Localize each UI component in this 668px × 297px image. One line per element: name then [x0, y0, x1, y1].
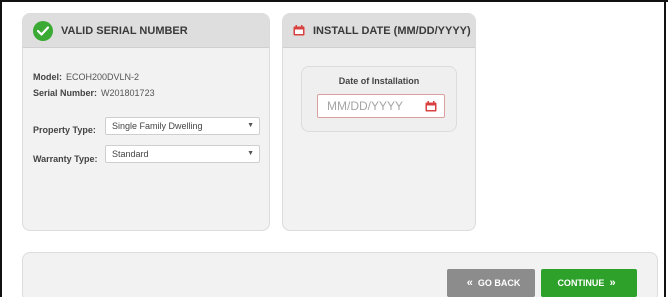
serial-number-line: Serial Number: W201801723	[33, 88, 155, 98]
property-type-value: Single Family Dwelling	[112, 121, 203, 131]
calendar-icon[interactable]	[425, 101, 437, 112]
serial-number-label: Serial Number:	[33, 88, 98, 98]
chevron-down-icon: ▼	[247, 122, 254, 129]
serial-number-value: W201801723	[101, 88, 155, 98]
property-type-label: Property Type:	[33, 125, 96, 135]
date-of-installation-card: Date of Installation	[301, 66, 457, 132]
model-value: ECOH200DVLN-2	[66, 72, 140, 82]
check-circle-icon	[33, 20, 53, 41]
go-back-button[interactable]: « GO BACK	[447, 269, 535, 297]
install-date-panel: INSTALL DATE (MM/DD/YYYY) Date of Instal…	[282, 13, 476, 231]
serial-panel-header: VALID SERIAL NUMBER	[23, 14, 269, 48]
install-panel-header: INSTALL DATE (MM/DD/YYYY)	[283, 14, 475, 48]
model-line: Model: ECOH200DVLN-2	[33, 72, 139, 82]
property-type-select[interactable]: Single Family Dwelling ▼	[105, 117, 260, 135]
footer-nav-panel: « GO BACK CONTINUE »	[22, 252, 658, 297]
continue-button[interactable]: CONTINUE »	[541, 269, 637, 297]
calendar-icon	[293, 25, 305, 36]
go-back-label: GO BACK	[477, 278, 521, 288]
warranty-type-label: Warranty Type:	[33, 154, 98, 164]
serial-panel-title: VALID SERIAL NUMBER	[61, 24, 188, 37]
double-chevron-left-icon: «	[466, 277, 473, 289]
window-frame-right	[664, 0, 666, 297]
chevron-down-icon: ▼	[247, 150, 254, 157]
warranty-type-select[interactable]: Standard ▼	[105, 145, 260, 163]
window-frame-left	[0, 0, 2, 297]
install-panel-title: INSTALL DATE (MM/DD/YYYY)	[313, 24, 471, 37]
warranty-type-value: Standard	[112, 149, 149, 159]
window-frame-top	[0, 0, 668, 2]
model-label: Model:	[33, 72, 62, 82]
serial-number-panel: VALID SERIAL NUMBER Model: ECOH200DVLN-2 …	[22, 13, 270, 231]
double-chevron-right-icon: »	[609, 277, 616, 289]
continue-label: CONTINUE	[557, 278, 605, 288]
date-of-installation-label: Date of Installation	[338, 76, 420, 86]
